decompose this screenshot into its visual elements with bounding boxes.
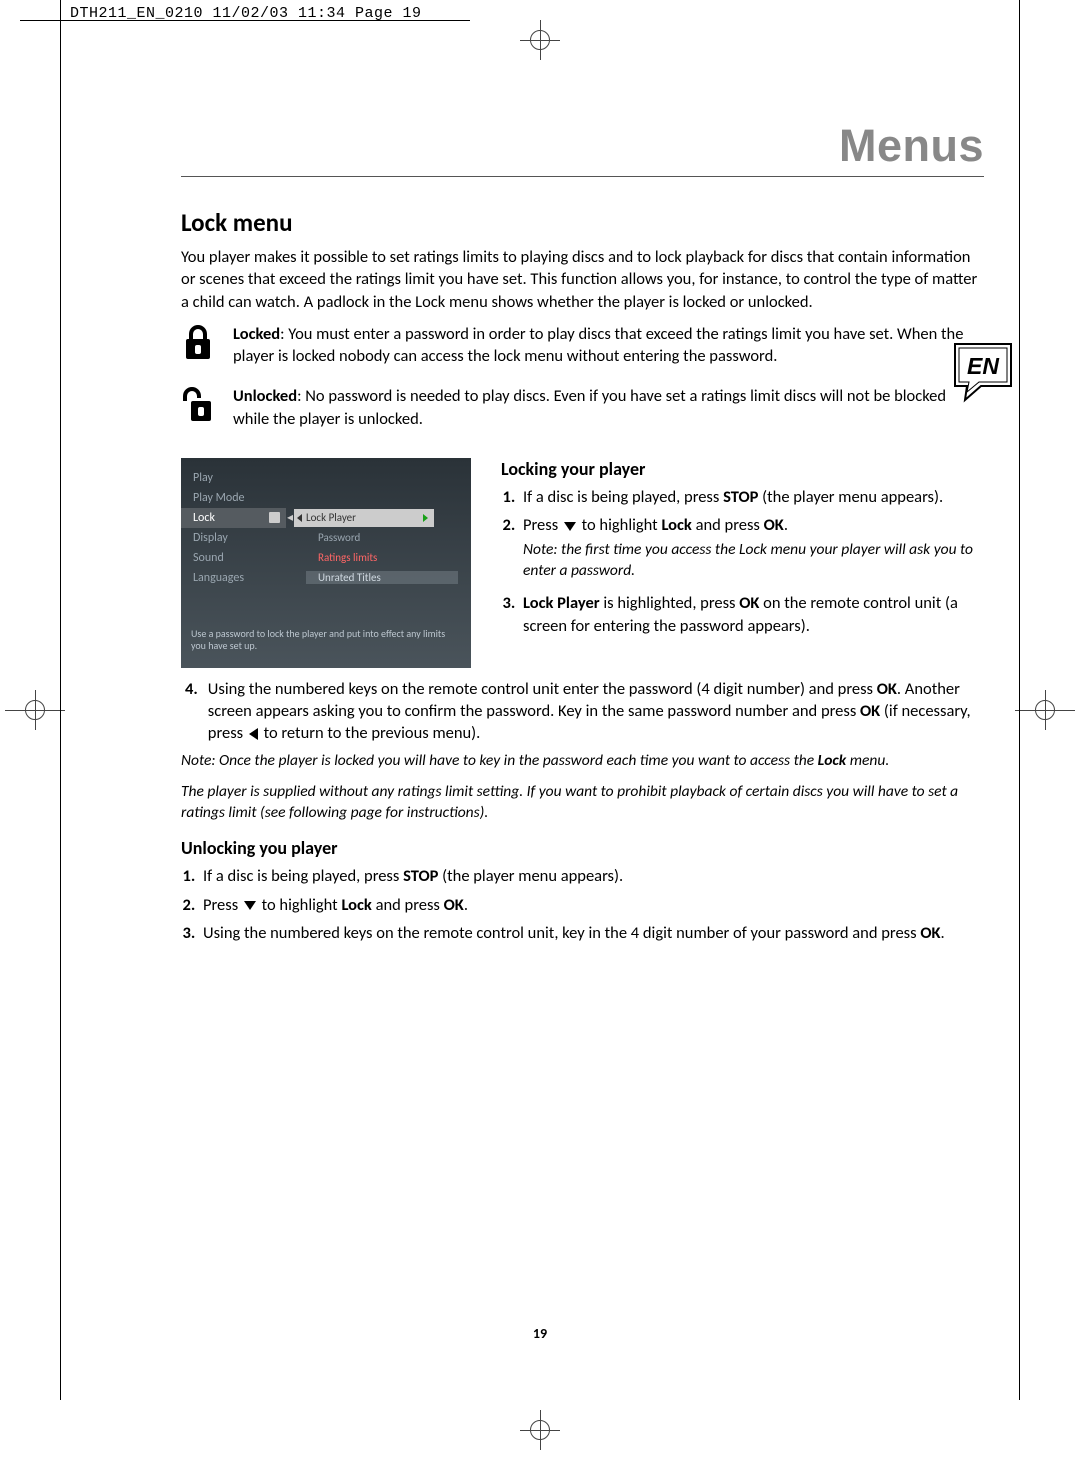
unlocked-block: Unlocked: No password is needed to play … <box>181 385 984 440</box>
page-body: Menus EN Lock menu You player makes it p… <box>60 0 1020 1400</box>
locking-steps: If a disc is being played, press STOP (t… <box>501 486 984 637</box>
language-badge: EN <box>951 340 1027 411</box>
screenshot-hint: Use a password to lock the player and pu… <box>191 628 461 652</box>
lock-closed-icon <box>181 323 215 363</box>
unlocking-steps: If a disc is being played, press STOP (t… <box>181 865 984 944</box>
locking-step-4: Using the numbered keys on the remote co… <box>181 678 984 745</box>
registration-mark-left <box>5 690 65 730</box>
unlocked-text: Unlocked: No password is needed to play … <box>233 385 984 430</box>
onscreen-menu-screenshot: Play Play Mode Lock ◂ Lock Player Displa… <box>181 458 471 668</box>
svg-text:EN: EN <box>967 353 999 379</box>
locking-note-3: The player is supplied without any ratin… <box>181 782 984 824</box>
registration-mark-right <box>1015 690 1075 730</box>
locking-note-2: Note: Once the player is locked you will… <box>181 751 984 772</box>
chapter-title: Menus <box>181 120 984 177</box>
lock-open-icon <box>181 385 215 425</box>
crop-line <box>20 20 60 21</box>
down-arrow-icon <box>564 522 576 531</box>
registration-mark-bottom <box>520 1410 560 1450</box>
page-number: 19 <box>61 1325 1019 1342</box>
down-arrow-icon <box>244 901 256 910</box>
locked-text: Locked: You must enter a password in ord… <box>233 323 984 368</box>
left-arrow-icon <box>249 728 258 740</box>
intro-paragraph: You player makes it possible to set rati… <box>181 246 984 313</box>
locking-note-1: Note: the first time you access the Lock… <box>523 540 984 582</box>
section-title: Lock menu <box>181 207 984 238</box>
locked-block: Locked: You must enter a password in ord… <box>181 323 984 378</box>
unlocking-title: Unlocking you player <box>181 837 984 859</box>
locking-title: Locking your player <box>501 458 984 480</box>
